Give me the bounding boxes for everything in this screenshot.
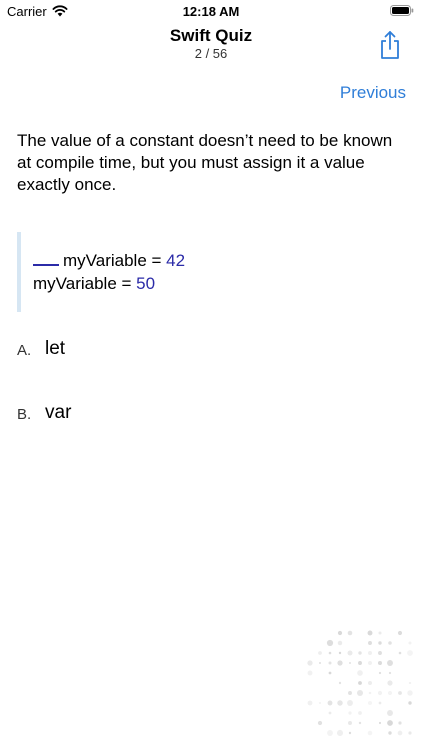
- code-line-2-value: 50: [136, 274, 156, 293]
- code-line-1-value: 42: [166, 251, 186, 270]
- clock: 12:18 AM: [182, 4, 240, 19]
- answer-text: let: [45, 338, 66, 359]
- question-text: The value of a constant doesn’t need to …: [17, 131, 393, 194]
- status-bar: Carrier 12:18 AM: [0, 0, 422, 24]
- code-line-1: myVariable = 42: [33, 248, 185, 272]
- question-counter: 2 / 56: [194, 46, 228, 61]
- answer-option-b[interactable]: B. var: [17, 402, 407, 432]
- answer-option-a[interactable]: A. let: [17, 338, 407, 368]
- answer-text: var: [45, 402, 72, 423]
- decorative-dot-pattern: [307, 630, 413, 737]
- blank-placeholder: [33, 248, 59, 266]
- share-icon[interactable]: [378, 30, 402, 60]
- battery-full-icon: [390, 5, 414, 16]
- answer-letter: A.: [17, 342, 32, 359]
- answer-letter: B.: [17, 406, 32, 423]
- code-block: myVariable = 42 myVariable = 50: [17, 232, 413, 312]
- code-line-2-name: myVariable =: [33, 274, 137, 293]
- code-line-2: myVariable = 50: [33, 273, 155, 295]
- page-title: Swift Quiz: [169, 26, 253, 45]
- previous-button[interactable]: Previous: [340, 83, 406, 103]
- code-line-1-name: myVariable =: [63, 251, 167, 270]
